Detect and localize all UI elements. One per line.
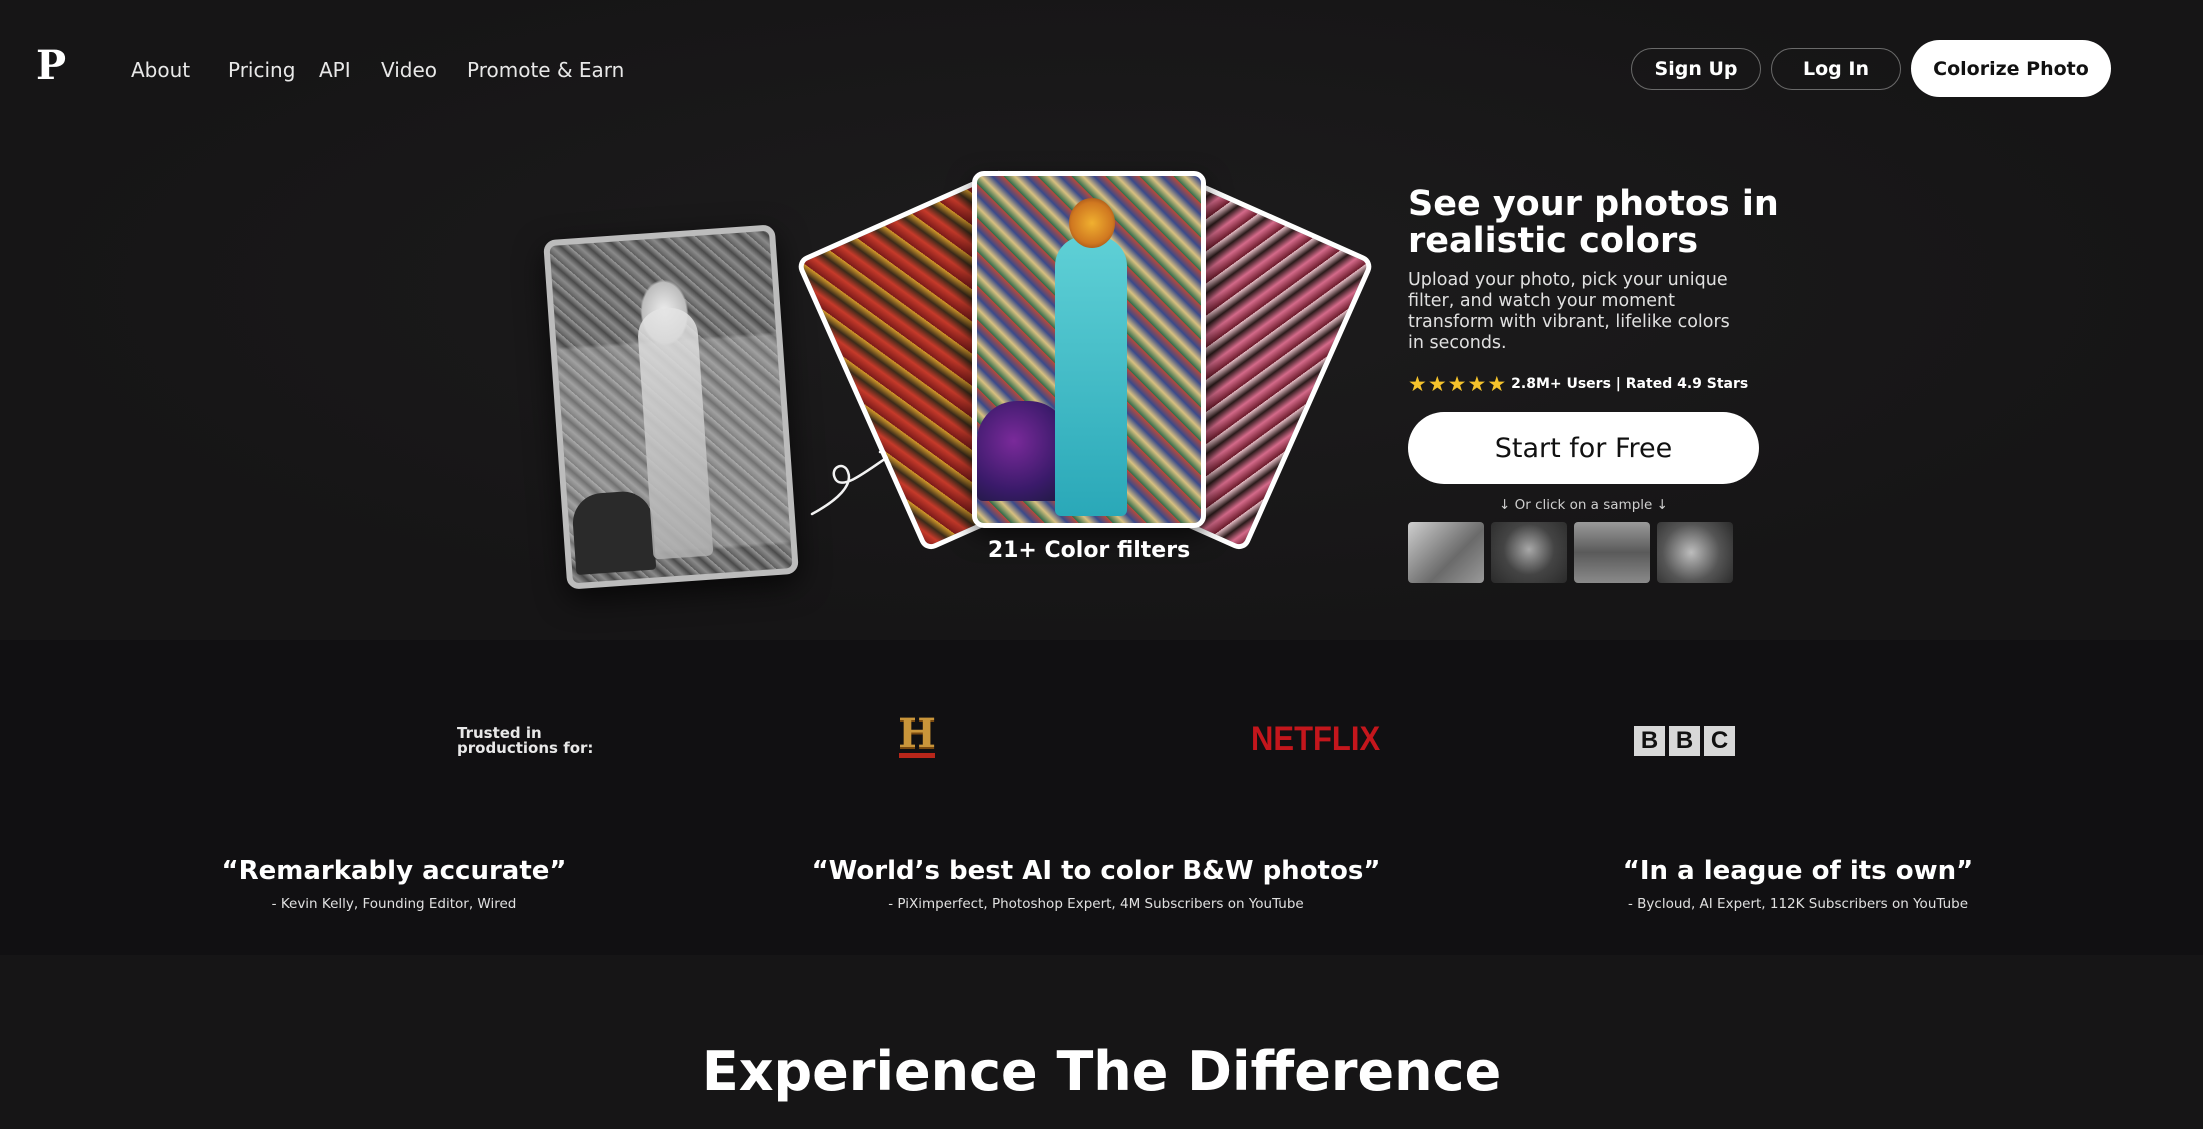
testimonial: “In a league of its own” - Bycloud, AI E… — [1598, 856, 1998, 912]
star-icon: ★ — [1427, 372, 1448, 396]
nav-video[interactable]: Video — [381, 58, 437, 82]
nav-pricing[interactable]: Pricing — [228, 58, 295, 82]
testimonial-author: - Kevin Kelly, Founding Editor, Wired — [271, 896, 517, 912]
testimonial-author: - Bycloud, AI Expert, 112K Subscribers o… — [1628, 896, 1968, 912]
star-icon: ★ — [1467, 372, 1488, 396]
nav-about[interactable]: About — [131, 58, 190, 82]
testimonial-quote: “World’s best AI to color B&W photos” — [811, 856, 1381, 886]
testimonial-quote: “Remarkably accurate” — [221, 856, 567, 886]
sample-hint: ↓ Or click on a sample ↓ — [1499, 497, 1668, 513]
hero-subtitle: Upload your photo, pick your unique filt… — [1408, 270, 1730, 353]
bw-sample-photo — [543, 224, 799, 590]
filters-caption: 21+ Color filters — [987, 538, 1191, 563]
rating-row: ★★★★★ 2.8M+ Users | Rated 4.9 Stars — [1408, 372, 1748, 396]
bw-photo-chair — [570, 489, 657, 576]
netflix-logo: NETFLIX — [1251, 719, 1381, 758]
colorize-photo-button[interactable]: Colorize Photo — [1911, 40, 2111, 97]
nav-promote-earn[interactable]: Promote & Earn — [467, 58, 624, 82]
testimonial: “World’s best AI to color B&W photos” - … — [796, 856, 1396, 912]
star-icon: ★ — [1487, 372, 1508, 396]
page: P About Pricing API Video Promote & Earn… — [0, 0, 2203, 1129]
star-rating: ★★★★★ — [1408, 372, 1507, 396]
sample-thumbnail[interactable] — [1408, 522, 1484, 583]
bbc-logo: B B C — [1634, 726, 1735, 756]
bbc-letter: C — [1704, 726, 1735, 756]
color-photo-headdress — [1069, 198, 1115, 248]
history-channel-logo: H — [897, 712, 937, 760]
testimonial: “Remarkably accurate” - Kevin Kelly, Fou… — [194, 856, 594, 912]
bbc-letter: B — [1669, 726, 1700, 756]
start-for-free-button[interactable]: Start for Free — [1408, 412, 1759, 484]
nav-api[interactable]: API — [319, 58, 351, 82]
sample-thumbnail[interactable] — [1574, 522, 1650, 583]
sample-thumbnail[interactable] — [1491, 522, 1567, 583]
color-filter-card-center[interactable] — [972, 171, 1206, 528]
rating-text: 2.8M+ Users | Rated 4.9 Stars — [1511, 376, 1749, 392]
bbc-letter: B — [1634, 726, 1665, 756]
star-icon: ★ — [1447, 372, 1468, 396]
star-icon: ★ — [1408, 372, 1428, 396]
sample-thumbnail[interactable] — [1657, 522, 1733, 583]
sample-thumbnails — [1408, 522, 1733, 583]
sign-up-button[interactable]: Sign Up — [1631, 48, 1761, 90]
testimonial-author: - PiXimperfect, Photoshop Expert, 4M Sub… — [888, 896, 1304, 912]
log-in-button[interactable]: Log In — [1771, 48, 1901, 90]
testimonial-quote: “In a league of its own” — [1622, 856, 1974, 886]
trusted-label: Trusted in productions for: — [457, 724, 594, 757]
section-heading: Experience The Difference — [701, 1040, 1502, 1103]
site-logo[interactable]: P — [36, 46, 66, 86]
hero-title: See your photos in realistic colors — [1408, 184, 1779, 261]
color-photo-figure — [1055, 236, 1127, 516]
